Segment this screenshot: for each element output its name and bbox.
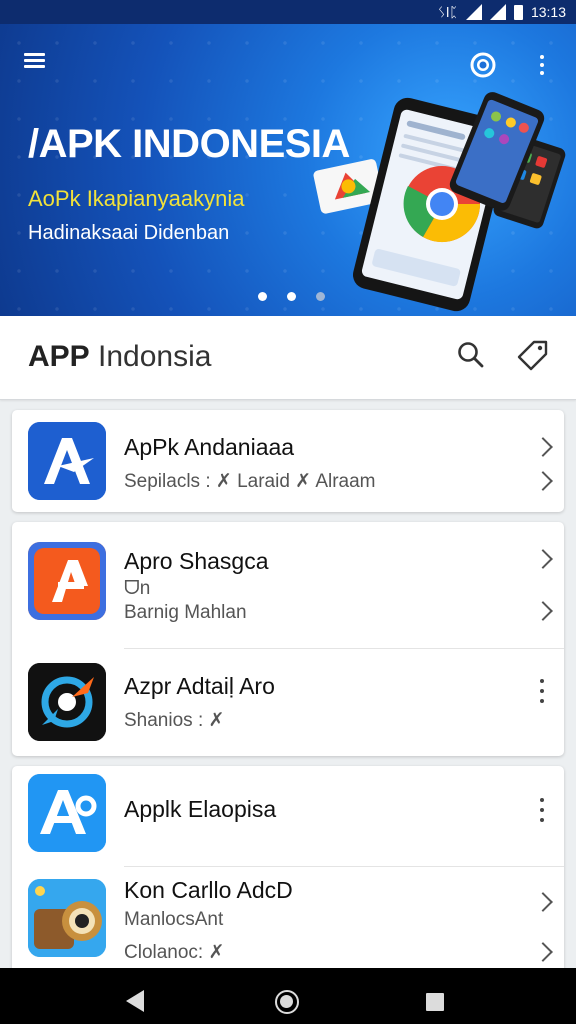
app-name: Apro Shasgca — [124, 548, 269, 574]
system-nav-bar — [0, 968, 576, 1024]
app-icon-p-logo — [28, 542, 106, 620]
app-bar: APP Indonsia — [0, 316, 576, 400]
hero-subtitle: AoPk Ikapianyaakynia — [28, 186, 245, 211]
chevron-right-icon[interactable] — [533, 942, 553, 962]
app-name: Kon Carllo AdcD — [124, 877, 293, 903]
overflow-menu-icon[interactable] — [538, 679, 546, 703]
tag-icon[interactable] — [516, 338, 550, 372]
hamburger-menu-icon[interactable] — [24, 50, 54, 76]
app-card[interactable]: ApPk Andaniaaa Sepilacls : ✗ Laraid ✗ Al… — [12, 410, 564, 512]
list-item[interactable]: Azpr Adtaiḷ Aro Shanios : ✗ — [12, 649, 564, 756]
app-meta: Shanios : ✗ — [124, 710, 225, 731]
app-name: Applk Elaopisa — [124, 796, 277, 822]
hero-title: /APK INDONESIA — [28, 122, 350, 166]
app-icon-target-logo — [28, 663, 106, 741]
app-card[interactable]: Applk Elaopisa Kon Carllo AdcD ManlocsAn… — [12, 766, 564, 976]
status-time: 13:13 — [530, 4, 566, 20]
page-title-rest: Indonsia — [98, 340, 212, 373]
battery-icon — [513, 4, 523, 20]
app-meta: Barnig Mahlan — [124, 602, 247, 623]
pager-dot-active[interactable] — [287, 292, 296, 301]
app-name: Azpr Adtaiḷ Aro — [124, 673, 275, 699]
list-item[interactable]: Applk Elaopisa — [12, 766, 564, 866]
app-meta: Sepilacls : ✗ Laraid ✗ Alraam — [124, 471, 376, 492]
page-title: APP Indonsia — [28, 340, 211, 374]
chevron-right-icon[interactable] — [533, 601, 553, 621]
help-headset-icon[interactable] — [466, 48, 500, 82]
app-name: ApPk Andaniaaa — [124, 434, 295, 460]
search-icon[interactable] — [454, 338, 488, 372]
status-bar: ᛊǀᛈ 13:13 — [0, 0, 576, 24]
chevron-right-icon[interactable] — [533, 892, 553, 912]
cell-signal-icon — [465, 4, 482, 20]
signal-glyph-icon: ᛊǀᛈ — [437, 4, 458, 20]
app-card[interactable]: Apro Shasgca ᗜn Barnig Mahlan Azpr Adtai… — [12, 522, 564, 756]
chevron-right-icon[interactable] — [533, 471, 553, 491]
hero-pager[interactable] — [258, 292, 325, 301]
overflow-menu-icon[interactable] — [530, 48, 554, 82]
app-meta: ᗜn — [124, 578, 151, 599]
list-item[interactable]: Apro Shasgca ᗜn Barnig Mahlan — [12, 522, 564, 646]
pager-dot[interactable] — [258, 292, 267, 301]
chevron-right-icon[interactable] — [533, 437, 553, 457]
back-icon[interactable] — [126, 990, 144, 1012]
list-item[interactable]: Kon Carllo AdcD ManlocsAnt Clolanoc: ✗ — [12, 867, 564, 976]
hero-banner[interactable]: /APK INDONESIA AoPk Ikapianyaakynia Hadi… — [0, 24, 576, 316]
wifi-icon — [489, 4, 506, 20]
page-title-bold: APP — [28, 340, 90, 373]
app-icon-camera-logo — [28, 879, 106, 957]
app-meta: ManlocsAnt — [124, 909, 224, 930]
list-item[interactable]: ApPk Andaniaaa Sepilacls : ✗ Laraid ✗ Al… — [12, 410, 564, 512]
home-icon[interactable] — [275, 990, 299, 1014]
hero-caption: Hadinaksaai Didenban — [28, 222, 230, 244]
overflow-menu-icon[interactable] — [538, 798, 546, 822]
app-icon-ao-logo — [28, 774, 106, 852]
recent-apps-icon[interactable] — [426, 993, 444, 1011]
hero-phones-illustration — [313, 92, 566, 312]
pager-dot[interactable] — [316, 292, 325, 301]
chevron-right-icon[interactable] — [533, 549, 553, 569]
app-icon-a-logo — [28, 422, 106, 500]
app-meta: Clolanoc: ✗ — [124, 942, 225, 963]
